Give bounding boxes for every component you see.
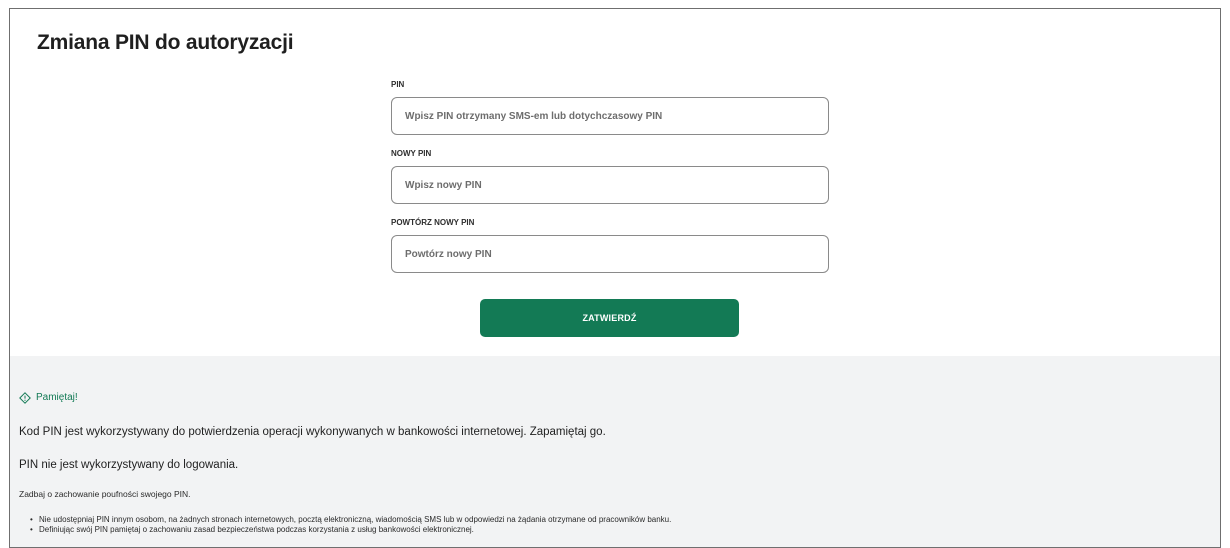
info-bullet-list: Nie udostępniaj PIN innym osobom, na żad… xyxy=(30,515,671,535)
diamond-info-icon xyxy=(19,391,31,404)
list-item: Nie udostępniaj PIN innym osobom, na żad… xyxy=(30,515,671,525)
info-title: Pamiętaj! xyxy=(36,391,78,403)
submit-button[interactable]: ZATWIERDŹ xyxy=(480,299,739,337)
new-pin-label: NOWY PIN xyxy=(391,149,432,158)
repeat-pin-label: POWTÓRZ NOWY PIN xyxy=(391,218,475,227)
page-frame: Zmiana PIN do autoryzacji PIN NOWY PIN P… xyxy=(9,8,1221,548)
info-panel: Pamiętaj! Kod PIN jest wykorzystywany do… xyxy=(10,356,1220,547)
list-item: Definiując swój PIN pamiętaj o zachowani… xyxy=(30,525,671,535)
new-pin-input[interactable] xyxy=(391,166,829,204)
info-header: Pamiętaj! xyxy=(19,391,78,404)
pin-change-form: PIN NOWY PIN POWTÓRZ NOWY PIN xyxy=(391,79,829,273)
page-title: Zmiana PIN do autoryzacji xyxy=(37,31,294,54)
pin-label: PIN xyxy=(391,80,405,89)
repeat-pin-input[interactable] xyxy=(391,235,829,273)
info-paragraph: Kod PIN jest wykorzystywany do potwierdz… xyxy=(19,426,606,438)
pin-input[interactable] xyxy=(391,97,829,135)
info-paragraph: Zadbaj o zachowanie poufności swojego PI… xyxy=(19,489,191,499)
info-paragraph: PIN nie jest wykorzystywany do logowania… xyxy=(19,459,239,471)
